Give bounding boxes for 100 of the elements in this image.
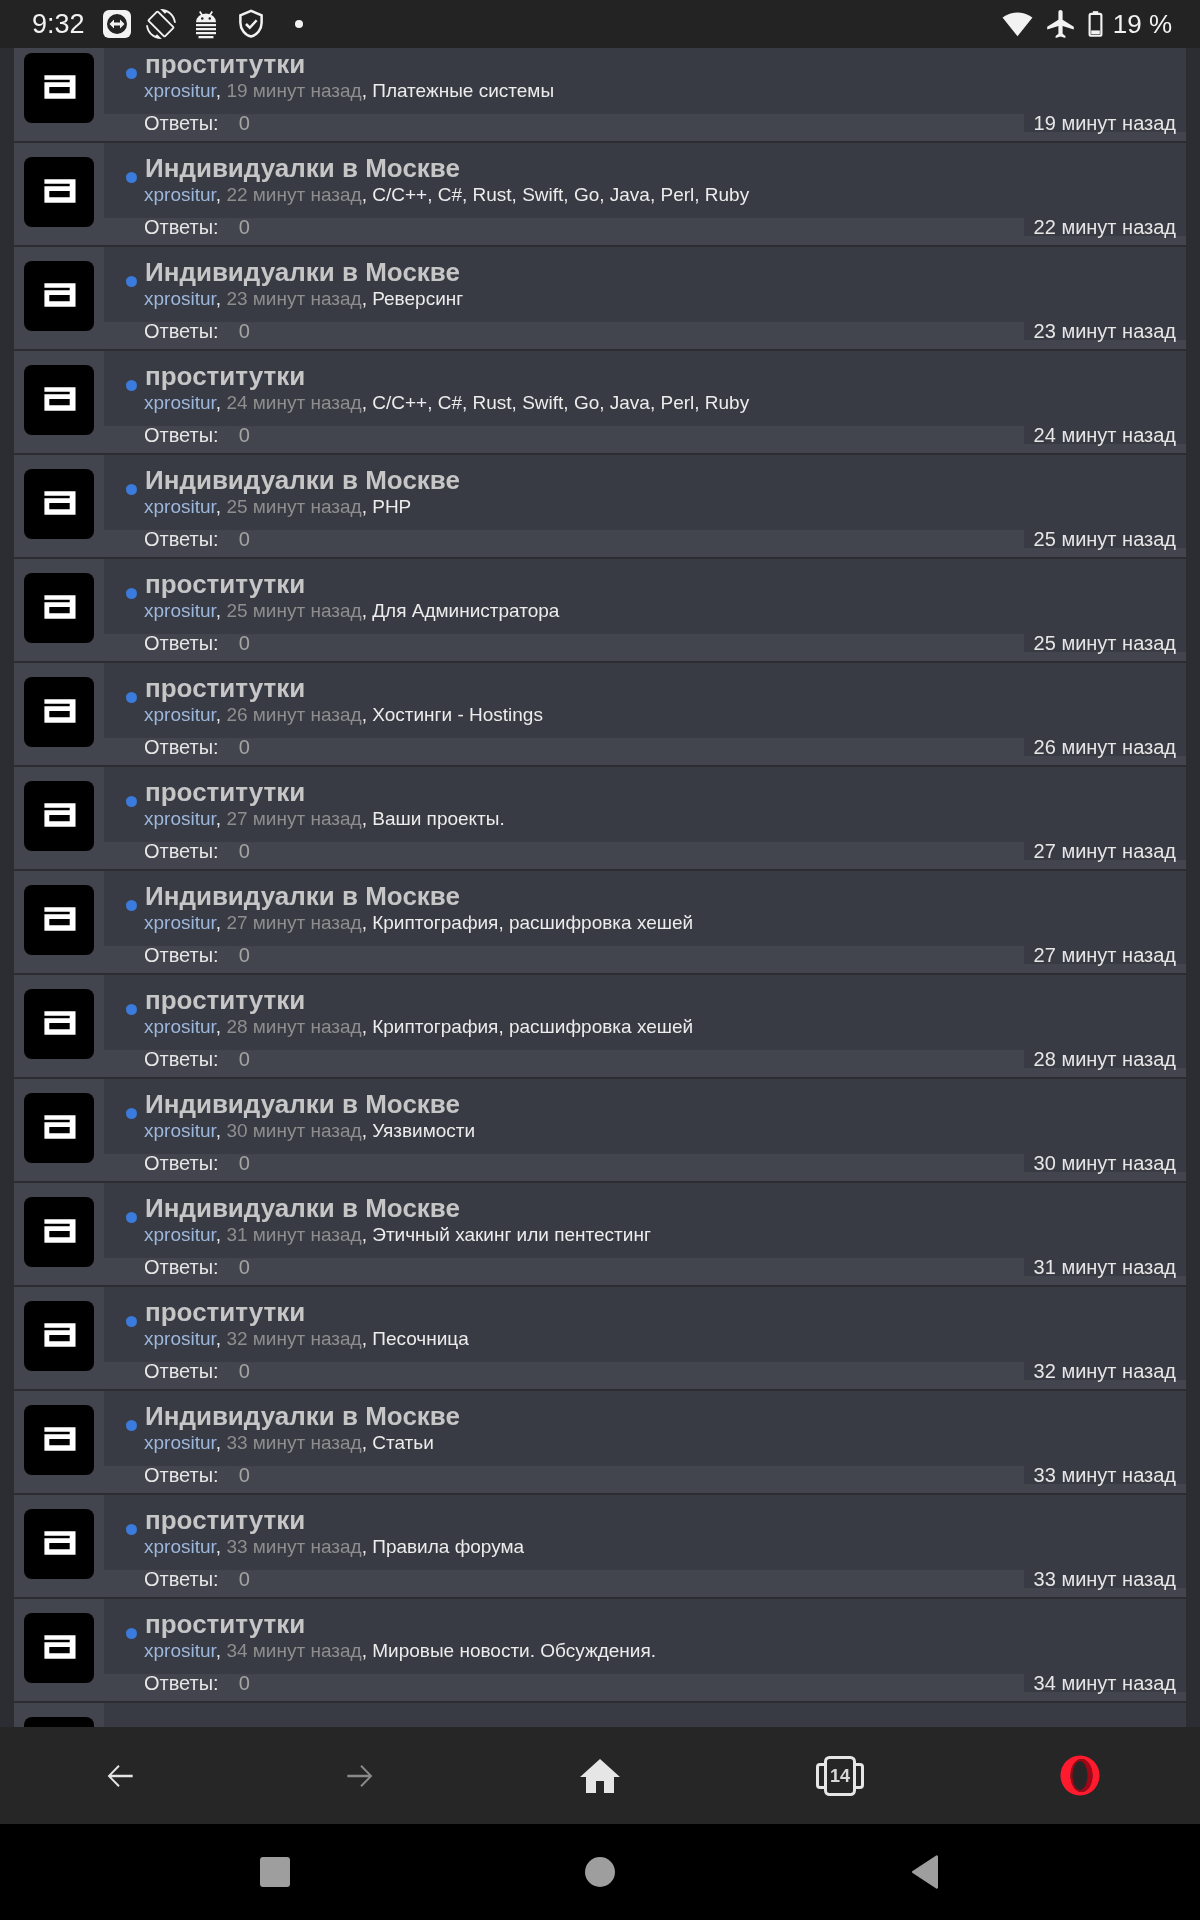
author-link[interactable]: xprositur xyxy=(144,80,216,101)
topic-title[interactable]: проститутки xyxy=(145,1296,306,1328)
last-post-time: 27 минут назад xyxy=(1023,842,1186,860)
avatar-icon[interactable] xyxy=(24,677,94,747)
topic-title[interactable]: Индивидуалки в Москве xyxy=(145,256,460,288)
battery-icon xyxy=(1087,11,1103,37)
replies-label: Ответы: xyxy=(144,217,219,237)
last-post-time: 22 минут назад xyxy=(1023,218,1186,236)
avatar-icon[interactable] xyxy=(24,885,94,955)
forum-link[interactable]: C/C++, C#, Rust, Swift, Go, Java, Perl, Ruby xyxy=(372,392,750,413)
avatar-icon[interactable] xyxy=(24,157,94,227)
forum-link[interactable]: Реверсинг xyxy=(372,288,464,309)
avatar-icon[interactable] xyxy=(24,989,94,1059)
forum-link[interactable]: Мировые новости. Обсуждения. xyxy=(372,1640,656,1661)
author-link[interactable]: xprositur xyxy=(144,1536,216,1557)
last-post-time: 24 минут назад xyxy=(1023,426,1186,444)
avatar-icon[interactable] xyxy=(24,1405,94,1475)
battery-percent: 19 % xyxy=(1112,8,1172,40)
topic-byline: xprositur, 30 минут назад, Уязвимости xyxy=(144,1120,477,1142)
topic-title[interactable]: проститутки xyxy=(145,1608,306,1640)
topic-byline: xprositur, 19 минут назад, Платежные системы xyxy=(144,80,556,102)
triangle-icon xyxy=(911,1855,939,1889)
replies-label: Ответы: xyxy=(144,945,219,965)
author-link[interactable]: xprositur xyxy=(144,1432,216,1453)
topic-title[interactable]: проститутки xyxy=(145,568,306,600)
avatar-icon[interactable] xyxy=(24,1509,94,1579)
replies-label: Ответы: xyxy=(144,841,219,861)
author-link[interactable]: xprositur xyxy=(144,808,216,829)
replies-label: Ответы: xyxy=(144,1361,219,1381)
replies-count: 0 xyxy=(238,1153,250,1173)
topic-title[interactable]: проститутки xyxy=(145,672,306,704)
topic-title[interactable]: Индивидуалки в Москве xyxy=(145,152,460,184)
forum-link[interactable]: Этичный хакинг или пентестинг xyxy=(372,1224,651,1245)
avatar-icon[interactable] xyxy=(24,53,94,123)
topic-title[interactable]: проститутки xyxy=(145,984,306,1016)
forum-link[interactable]: Для Администратора xyxy=(372,600,560,621)
topic-title[interactable]: проститутки xyxy=(145,776,306,808)
forum-link[interactable]: Уязвимости xyxy=(372,1120,476,1141)
avatar-icon[interactable] xyxy=(24,781,94,851)
forum-link[interactable]: Песочница xyxy=(372,1328,469,1349)
topic-title[interactable]: Индивидуалки в Москве xyxy=(145,880,460,912)
avatar-icon[interactable] xyxy=(24,1197,94,1267)
replies-count: 0 xyxy=(238,1049,250,1069)
forum-link[interactable]: Криптография, расшифровка хешей xyxy=(372,912,694,933)
forum-link[interactable]: Хостинги - Hostings xyxy=(372,704,543,725)
last-post-time: 23 минут назад xyxy=(1023,322,1186,340)
replies-count: 0 xyxy=(238,1361,250,1381)
avatar-icon[interactable] xyxy=(24,469,94,539)
topic-title[interactable]: проститутки xyxy=(145,48,306,80)
last-post-time: 34 минут назад xyxy=(1023,1674,1186,1692)
topic-byline: xprositur, 27 минут назад, Криптография, расшифровка хешей xyxy=(144,912,695,934)
avatar-icon[interactable] xyxy=(24,261,94,331)
topic-title[interactable]: Индивидуалки в Москве xyxy=(145,1088,460,1120)
author-link[interactable]: xprositur xyxy=(144,1120,216,1141)
author-link[interactable]: xprositur xyxy=(144,704,216,725)
avatar-icon[interactable] xyxy=(24,365,94,435)
last-post-time: 27 минут назад xyxy=(1023,946,1186,964)
forum-link[interactable]: PHP xyxy=(372,496,412,517)
replies-label: Ответы: xyxy=(144,529,219,549)
wifi-icon xyxy=(1001,11,1033,37)
forum-link[interactable]: Ваши проекты. xyxy=(372,808,505,829)
author-link[interactable]: xprositur xyxy=(144,184,216,205)
tabs-button[interactable]: 14 xyxy=(808,1743,872,1808)
avatar-icon[interactable] xyxy=(24,573,94,643)
forum-link[interactable]: Платежные системы xyxy=(372,80,555,101)
forum-link[interactable]: Криптография, расшифровка хешей xyxy=(372,1016,694,1037)
author-link[interactable]: xprositur xyxy=(144,496,216,517)
author-link[interactable]: xprositur xyxy=(144,1016,216,1037)
author-link[interactable]: xprositur xyxy=(144,912,216,933)
topic-title[interactable]: Индивидуалки в Москве xyxy=(145,464,460,496)
topic-title[interactable]: проститутки xyxy=(145,360,306,392)
author-link[interactable]: xprositur xyxy=(144,392,216,413)
author-link[interactable]: xprositur xyxy=(144,1328,216,1349)
tabs-icon xyxy=(816,1755,864,1796)
author-link[interactable]: xprositur xyxy=(144,1224,216,1245)
author-link[interactable]: xprositur xyxy=(144,288,216,309)
last-post-time: 31 минут назад xyxy=(1023,1258,1186,1276)
replies-label: Ответы: xyxy=(144,1465,219,1485)
topic-title[interactable]: Индивидуалки в Москве xyxy=(145,1400,460,1432)
topic-title[interactable]: Индивидуалки в Москве xyxy=(145,1192,460,1224)
avatar-icon[interactable] xyxy=(24,1301,94,1371)
forum-link[interactable]: Правила форума xyxy=(372,1536,525,1557)
topic-byline: xprositur, 27 минут назад, Ваши проекты. xyxy=(144,808,506,830)
avatar-icon[interactable] xyxy=(24,1613,94,1683)
dot-icon xyxy=(294,20,303,28)
replies-label: Ответы: xyxy=(144,1673,219,1693)
topic-title[interactable]: проститутки xyxy=(145,1504,306,1536)
replies-label: Ответы: xyxy=(144,425,219,445)
topic-byline: xprositur, 23 минут назад, Реверсинг xyxy=(144,288,465,310)
author-link[interactable]: xprositur xyxy=(144,600,216,621)
last-post-time: 25 минут назад xyxy=(1023,530,1186,548)
forum-link[interactable]: Статьи xyxy=(372,1432,434,1453)
author-link[interactable]: xprositur xyxy=(144,1640,216,1661)
topic-byline: xprositur, 25 минут назад, PHP xyxy=(144,496,413,518)
replies-label: Ответы: xyxy=(144,737,219,757)
forum-link[interactable]: C/C++, C#, Rust, Swift, Go, Java, Perl, Ruby xyxy=(372,184,750,205)
rotate-icon xyxy=(145,9,176,39)
topic-byline: xprositur, 32 минут назад, Песочница xyxy=(144,1328,470,1350)
avatar-icon[interactable] xyxy=(24,1093,94,1163)
topic-byline: xprositur, 26 минут назад, Хостинги - Hostings xyxy=(144,704,544,726)
